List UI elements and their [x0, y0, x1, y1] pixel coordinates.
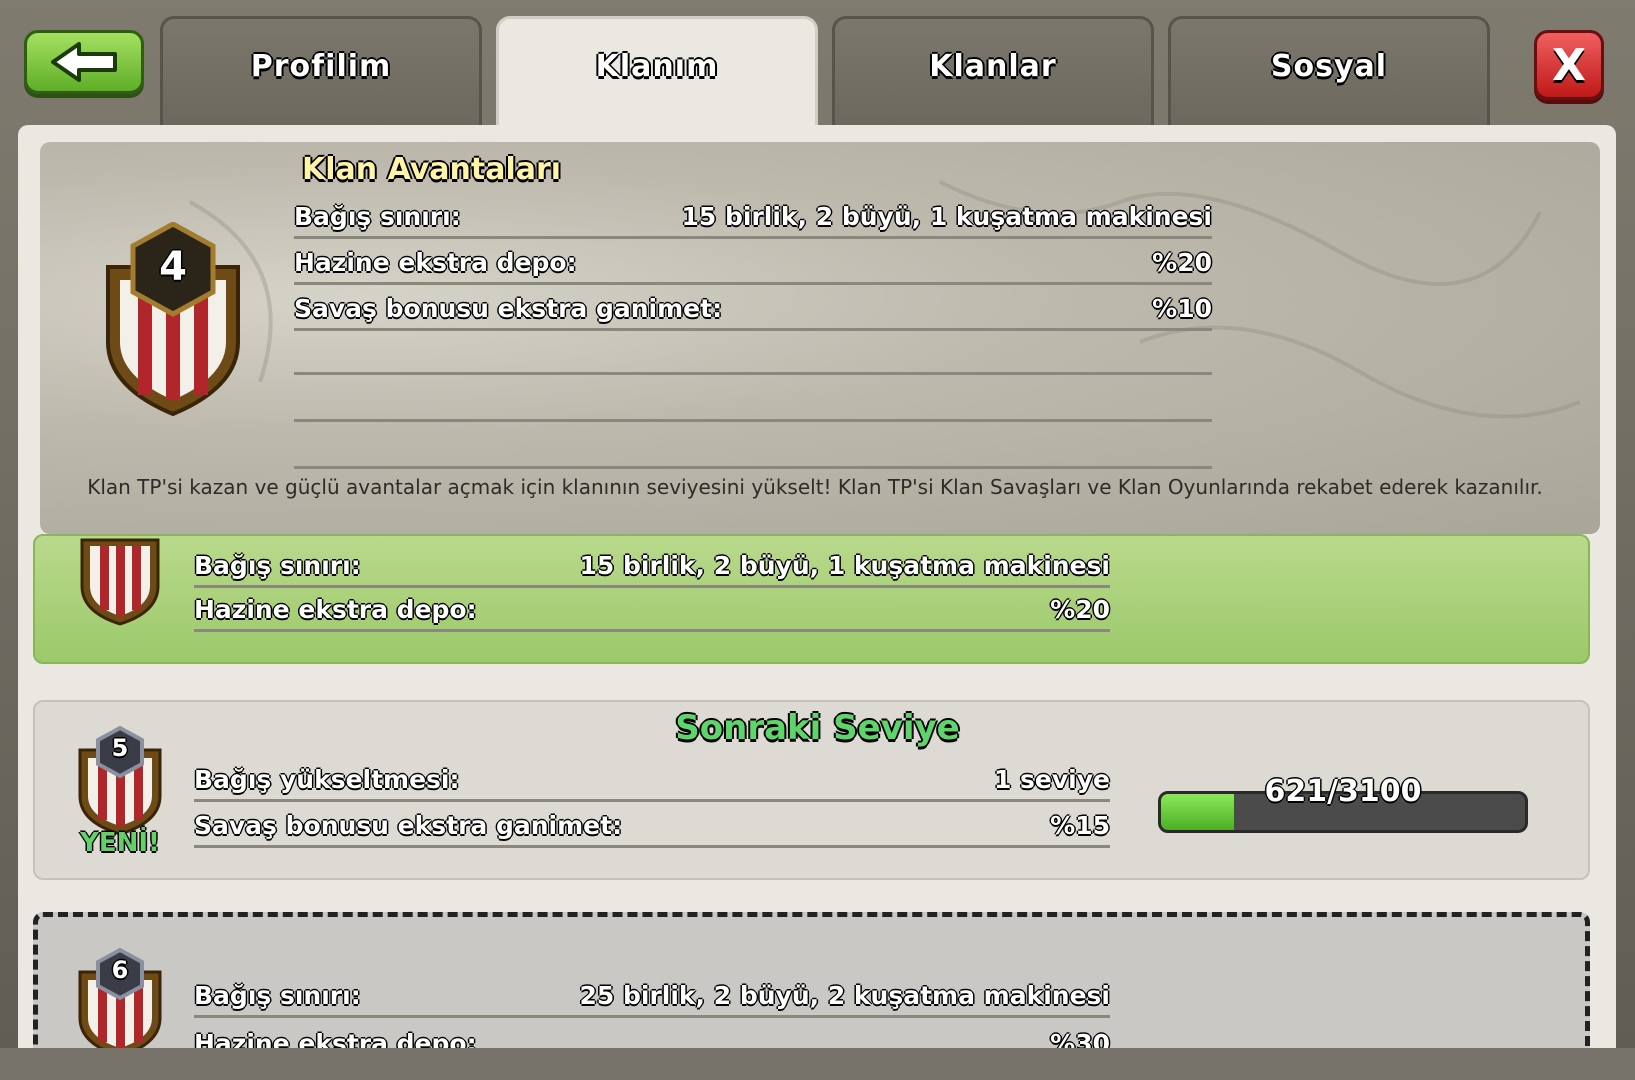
tab-profilim[interactable]: Profilim — [160, 16, 482, 126]
divider — [294, 419, 1212, 422]
arrow-left-icon — [51, 42, 117, 82]
next-level-badge: 5 — [76, 725, 164, 840]
tab-klanim[interactable]: Klanım — [496, 16, 818, 128]
perk-label: Hazine ekstra depo: — [294, 247, 577, 277]
next-value: 1 seviye — [993, 765, 1110, 794]
clan-level-number: 4 — [159, 244, 187, 290]
next-row: Bağış yükseltmesi: 1 seviye — [194, 760, 1110, 802]
perks-info-text: Klan TP'si kazan ve güçlü avantalar açma… — [87, 475, 1543, 499]
next-level-title: Sonraki Seviye — [675, 708, 960, 748]
perk-row: Savaş bonusu ekstra ganimet: %10 — [294, 288, 1212, 331]
tab-sosyal[interactable]: Sosyal — [1168, 16, 1490, 126]
next-level-number: 5 — [111, 734, 129, 762]
tab-klanlar[interactable]: Klanlar — [832, 16, 1154, 126]
perk-value: %20 — [1152, 247, 1212, 277]
close-button[interactable]: X — [1534, 30, 1604, 100]
perk-row: Bağış sınırı: 15 birlik, 2 büyü, 1 kuşat… — [294, 196, 1212, 239]
next-value: %15 — [1050, 811, 1110, 840]
future-row: Bağış sınırı: 25 birlik, 2 büyü, 2 kuşat… — [194, 976, 1110, 1018]
tab-label: Sosyal — [1270, 49, 1388, 84]
next-label: Savaş bonusu ekstra ganimet: — [194, 811, 623, 840]
current-value: %20 — [1050, 595, 1110, 624]
current-value: 15 birlik, 2 büyü, 1 kuşatma makinesi — [579, 551, 1110, 580]
divider — [294, 372, 1212, 375]
future-level-badge: 6 — [76, 947, 164, 1062]
perk-value: 15 birlik, 2 büyü, 1 kuşatma makinesi — [681, 201, 1212, 231]
perk-label: Bağış sınırı: — [294, 201, 461, 231]
tab-label: Profilim — [250, 49, 392, 84]
current-label: Hazine ekstra depo: — [194, 595, 477, 624]
future-value: 25 birlik, 2 büyü, 2 kuşatma makinesi — [579, 981, 1110, 1010]
perk-label: Savaş bonusu ekstra ganimet: — [294, 293, 723, 323]
current-row: Bağış sınırı: 15 birlik, 2 büyü, 1 kuşat… — [194, 546, 1110, 588]
future-level-number: 6 — [111, 956, 129, 984]
current-label: Bağış sınırı: — [194, 551, 361, 580]
progress-text: 621/3100 — [1264, 774, 1422, 809]
future-label: Bağış sınırı: — [194, 981, 361, 1010]
clan-level-badge: 4 — [98, 221, 248, 421]
next-label: Bağış yükseltmesi: — [194, 765, 460, 794]
current-row: Hazine ekstra depo: %20 — [194, 590, 1110, 632]
scroll-clip — [0, 1048, 1635, 1080]
current-level-badge: 4 — [78, 536, 162, 630]
divider — [294, 466, 1212, 469]
back-button[interactable] — [24, 30, 144, 94]
tab-label: Klanım — [595, 49, 719, 84]
next-row: Savaş bonusu ekstra ganimet: %15 — [194, 806, 1110, 848]
new-badge-label: YENİ! — [80, 828, 160, 858]
perk-value: %10 — [1152, 293, 1212, 323]
tab-label: Klanlar — [929, 49, 1057, 84]
perks-title: Klan Avantaları — [302, 152, 562, 187]
perk-row: Hazine ekstra depo: %20 — [294, 242, 1212, 285]
